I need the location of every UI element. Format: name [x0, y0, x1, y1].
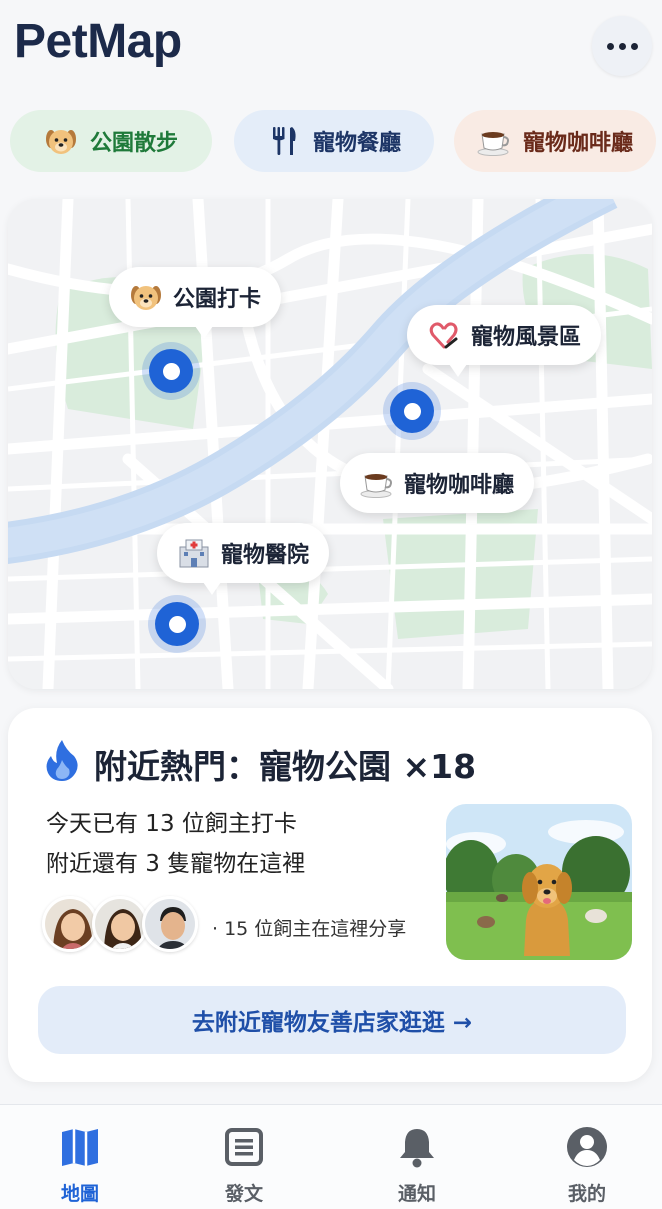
map-label-pet-cafe[interactable]: 寵物咖啡廳	[340, 453, 535, 513]
share-count-text: · 15 位飼主在這裡分享	[212, 918, 407, 940]
map-label-text: 寵物咖啡廳	[404, 473, 515, 498]
pin-core	[149, 349, 193, 393]
map-pin-scenic[interactable]	[383, 382, 441, 440]
bell-icon	[395, 1125, 439, 1169]
category-chip-pet-cafe[interactable]: 寵物咖啡廳	[454, 110, 656, 172]
dog-face-icon	[129, 280, 163, 314]
pin-core	[155, 602, 199, 646]
nav-label: 地圖	[60, 1183, 99, 1205]
map-label-pet-scenic[interactable]: 寵物風景區	[407, 305, 602, 377]
explore-pet-friendly-button[interactable]: 去附近寵物友善店家逛逛 →	[38, 986, 626, 1054]
category-chip-pet-restaurant[interactable]: 寵物餐廳	[234, 110, 434, 172]
nav-profile[interactable]: 我的	[527, 1105, 647, 1209]
pin-core	[390, 389, 434, 433]
more-horizontal-icon	[606, 42, 614, 50]
nav-label: 通知	[397, 1183, 436, 1205]
hospital-icon	[177, 536, 211, 570]
nav-map[interactable]: 地圖	[20, 1105, 140, 1209]
nearby-pets-text: 附近還有 3 隻寵物在這裡	[46, 851, 306, 877]
trending-card: 附近熱門：寵物公園 ×18 今天已有 13 位飼主打卡 附近還有 3 隻寵物在這…	[8, 708, 652, 1082]
more-dot	[618, 42, 626, 50]
user-icon	[565, 1125, 609, 1169]
dog-face-icon	[44, 124, 78, 158]
avatar-group[interactable]	[42, 896, 198, 952]
bottom-nav: 地圖 發文 通知 我的	[0, 1104, 662, 1209]
app-title: PetMap	[14, 15, 182, 68]
more-button[interactable]	[592, 16, 652, 76]
park-dog-photo[interactable]	[446, 804, 632, 960]
post-icon	[222, 1125, 266, 1169]
map-label-text: 寵物醫院	[221, 543, 310, 568]
fork-knife-icon	[267, 124, 301, 158]
header: PetMap	[0, 0, 662, 96]
category-chip-park-walk[interactable]: 公園散步	[10, 110, 212, 172]
chip-label: 寵物咖啡廳	[522, 131, 633, 156]
flame-icon	[44, 738, 80, 790]
nav-label: 發文	[224, 1183, 263, 1205]
map-pin-hospital[interactable]	[148, 595, 206, 653]
avatar	[142, 896, 198, 952]
trending-title: 附近熱門：寵物公園 ×18	[44, 738, 476, 790]
chip-label: 公園散步	[89, 131, 178, 156]
map-icon	[58, 1125, 102, 1169]
paw-heart-icon	[427, 318, 461, 352]
nav-post[interactable]: 發文	[184, 1105, 304, 1209]
nav-label: 我的	[567, 1183, 606, 1205]
more-dot	[630, 42, 638, 50]
coffee-cup-icon	[477, 124, 511, 158]
nav-notifications[interactable]: 通知	[357, 1105, 477, 1209]
map-view[interactable]: 公園打卡 寵物風景區 寵物咖啡廳 寵物醫院	[8, 199, 652, 689]
map-pin-park[interactable]	[142, 342, 200, 400]
checkin-count-text: 今天已有 13 位飼主打卡	[46, 811, 297, 837]
chip-label: 寵物餐廳	[312, 131, 401, 156]
map-label-text: 公園打卡	[173, 287, 262, 312]
map-label-text: 寵物風景區	[471, 325, 582, 350]
avatar	[42, 896, 98, 952]
map-label-pet-hospital[interactable]: 寵物醫院	[157, 523, 330, 595]
map-label-park-checkin[interactable]: 公園打卡	[109, 267, 282, 339]
coffee-cup-icon	[360, 466, 394, 500]
avatar	[92, 896, 148, 952]
map-background	[8, 199, 652, 689]
trending-title-text: 附近熱門：寵物公園 ×18	[94, 747, 477, 786]
